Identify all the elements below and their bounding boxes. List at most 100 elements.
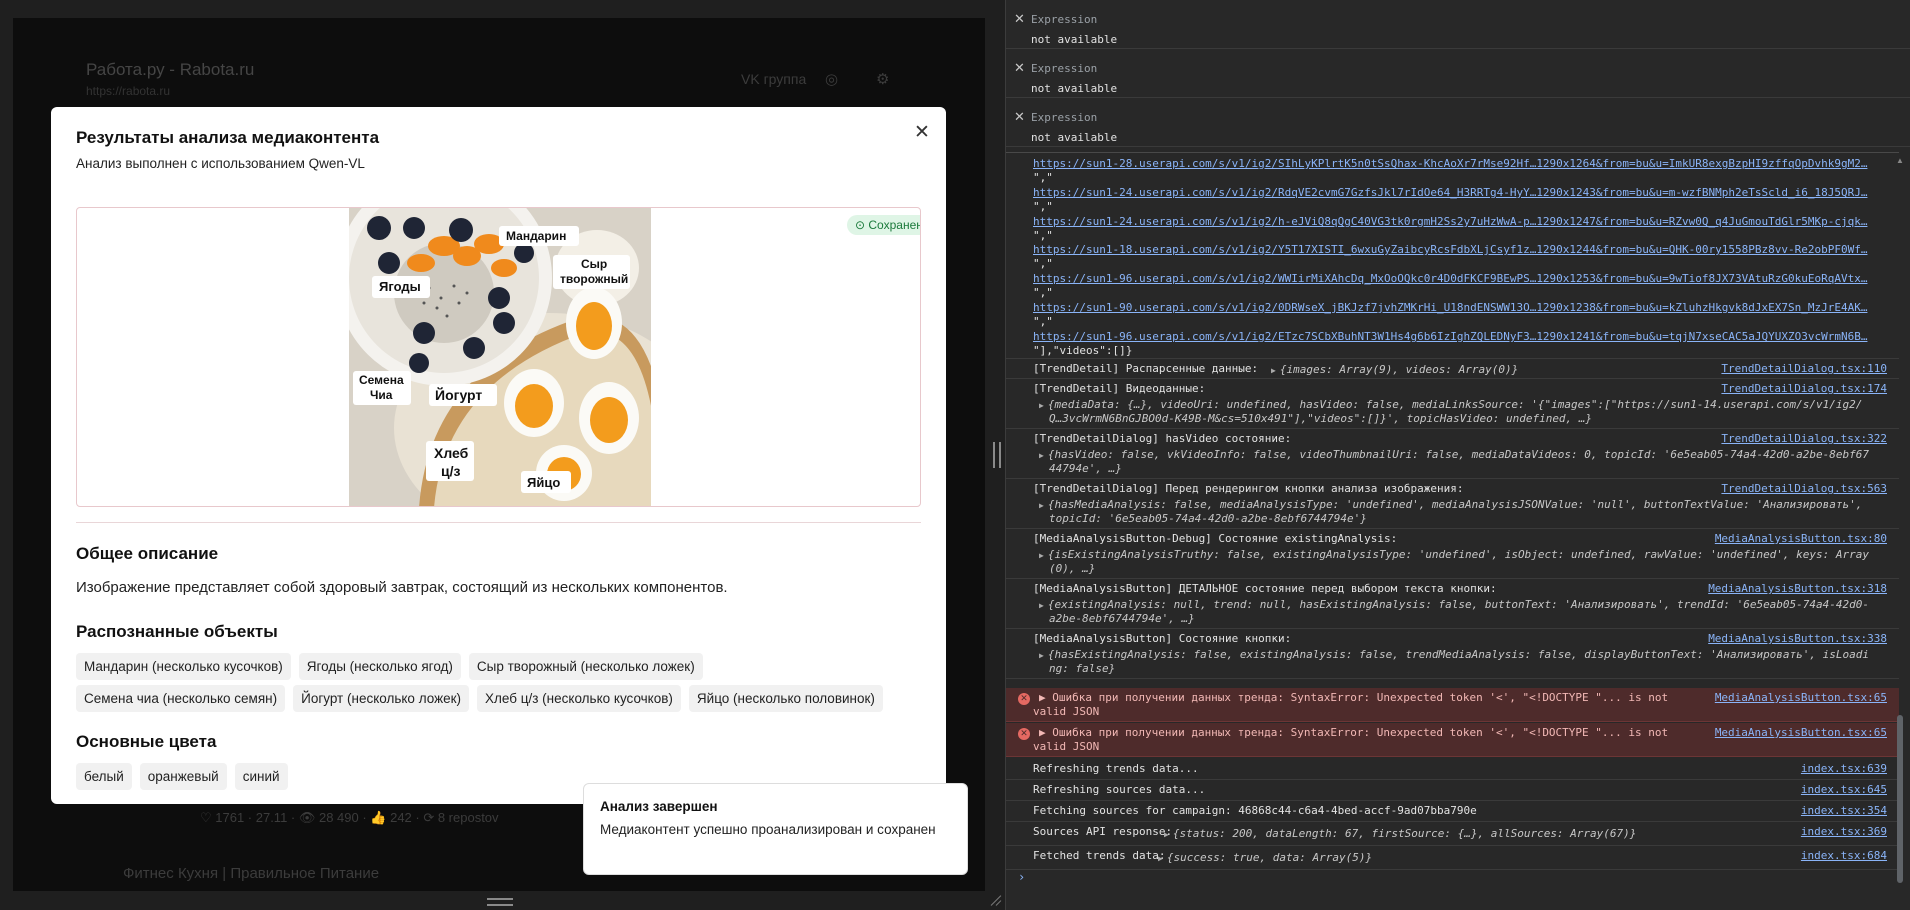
watch-item: ✕ Expression not available — [1006, 49, 1910, 98]
log-source-link[interactable]: TrendDetailDialog.tsx:174 — [1721, 382, 1887, 395]
log-object[interactable]: ▶ {success: true, data: Array(5)} — [1158, 850, 1558, 866]
watch-value: not available — [1031, 131, 1118, 144]
toast-body: Медиаконтент успешно проанализирован и с… — [600, 822, 936, 837]
console-string: "," — [1033, 286, 1053, 299]
watch-item: ✕ Expression not available — [1006, 98, 1910, 147]
log-source-link[interactable]: MediaAnalysisButton.tsx:80 — [1715, 532, 1887, 545]
saved-badge-label: Сохранено — [868, 218, 920, 232]
log-message: [TrendDetail] Видеоданные: — [1033, 382, 1206, 395]
log-object-cont: (0), …} — [1049, 562, 1096, 575]
log-message: [MediaAnalysisButton] ДЕТАЛЬНОЕ состояни… — [1033, 582, 1497, 595]
remove-watch-icon[interactable]: ✕ — [1014, 61, 1025, 76]
food-image[interactable]: Мандарин Сыр творожный Ягоды Семена Чиа … — [349, 208, 651, 506]
bg-camera-icon: ◎ — [825, 71, 839, 88]
error-icon: ✕ — [1018, 728, 1030, 740]
log-source-link[interactable]: TrendDetailDialog.tsx:322 — [1721, 432, 1887, 445]
log-source-link[interactable]: index.tsx:684 — [1801, 849, 1887, 862]
log-object[interactable]: ▶ {images: Array(9), videos: Array(0)} — [1271, 362, 1571, 378]
console-log-entry: [MediaAnalysisButton-Debug] Состояние ex… — [1006, 529, 1899, 579]
media-preview: ⊙ Сохранено — [76, 207, 921, 507]
object-chip: Хлеб ц/з (несколько кусочков) — [477, 685, 681, 712]
bg-source-url: https://rabota.ru — [86, 84, 171, 98]
watch-label: Expression — [1031, 13, 1098, 26]
color-chip: оранжевый — [139, 763, 227, 790]
console-error-entry[interactable]: ✕ ▶ Ошибка при получении данных тренда: … — [1006, 723, 1899, 757]
svg-text:Чиа: Чиа — [370, 388, 393, 402]
label-berries: Ягоды — [379, 279, 421, 294]
success-toast[interactable]: Анализ завершен Медиаконтент успешно про… — [583, 783, 968, 875]
scrollbar-thumb[interactable] — [1897, 715, 1903, 883]
console-url-link[interactable]: https://sun1-24.userapi.com/s/v1/ig2/h-e… — [1033, 215, 1873, 228]
close-icon[interactable]: ✕ — [911, 122, 933, 144]
remove-watch-icon[interactable]: ✕ — [1014, 110, 1025, 125]
log-source-link[interactable]: MediaAnalysisButton.tsx:65 — [1715, 691, 1887, 704]
console-log-entry: [TrendDetailDialog] hasVideo состояние: … — [1006, 429, 1899, 479]
bg-source-title: Работа.ру - Rabota.ru — [86, 60, 255, 79]
console-url-link[interactable]: https://sun1-28.userapi.com/s/v1/ig2/SIh… — [1033, 157, 1873, 170]
console-url-link[interactable]: https://sun1-24.userapi.com/s/v1/ig2/Rdq… — [1033, 186, 1873, 199]
label-mandarin: Мандарин — [506, 229, 566, 243]
watch-label: Expression — [1031, 62, 1098, 75]
object-chip: Семена чиа (несколько семян) — [76, 685, 286, 712]
description-text: Изображение представляет собой здоровый … — [76, 579, 728, 596]
bg-card-title: Фитнес Кухня | Правильное Питание — [123, 865, 380, 882]
log-source-link[interactable]: MediaAnalysisButton.tsx:318 — [1708, 582, 1887, 595]
objects-heading: Распознанные объекты — [76, 622, 278, 641]
log-object-cont: Q…3vcWrmN6BnGJBO0d-K49B-M&cs=510x491"],"… — [1049, 412, 1593, 425]
app-viewport: Работа.ру - Rabota.ru https://rabota.ru … — [0, 0, 1005, 910]
console-scrollbar[interactable] — [1897, 155, 1903, 900]
log-object-cont: 44794e', …} — [1049, 462, 1122, 475]
svg-text:творожный: творожный — [560, 272, 628, 286]
log-message: [TrendDetailDialog] hasVideo состояние: — [1033, 432, 1292, 445]
console-log-entry: [TrendDetail] Распарсенные данные: ▶ {ima… — [1006, 358, 1899, 379]
object-chip: Ягоды (несколько ягод) — [298, 653, 461, 680]
log-source-link[interactable]: index.tsx:354 — [1801, 804, 1887, 817]
log-source-link[interactable]: index.tsx:645 — [1801, 783, 1887, 796]
console-log-entry: Sources API response: ▶ {status: 200, dat… — [1006, 822, 1899, 846]
section-divider — [76, 522, 921, 523]
console-string: "," — [1033, 257, 1053, 270]
bg-vk-link: VK группа — [741, 71, 807, 87]
log-message: Refreshing sources data... — [1033, 783, 1206, 796]
modal-subtitle: Анализ выполнен с использованием Qwen-VL — [76, 156, 365, 171]
colors-heading: Основные цвета — [76, 732, 217, 751]
log-source-link[interactable]: index.tsx:639 — [1801, 762, 1887, 775]
console-string: "," — [1033, 229, 1053, 242]
resize-grip-icon[interactable] — [990, 894, 1002, 906]
console-log-entry: [MediaAnalysisButton] Состояние кнопки: … — [1006, 629, 1899, 679]
log-source-link[interactable]: index.tsx:369 — [1801, 825, 1887, 838]
object-chip: Мандарин (несколько кусочков) — [76, 653, 291, 680]
svg-text:Хлеб: Хлеб — [434, 445, 469, 461]
drawer-handle[interactable] — [487, 898, 513, 906]
log-object-cont: ng: false} — [1049, 662, 1116, 675]
console-url-link[interactable]: https://sun1-96.userapi.com/s/v1/ig2/ETz… — [1033, 330, 1873, 343]
check-circle-icon: ⊙ — [855, 218, 869, 232]
log-object-cont: a2be-8ebf6744794e', …} — [1049, 612, 1195, 625]
log-source-link[interactable]: TrendDetailDialog.tsx:563 — [1721, 482, 1887, 495]
object-chip: Йогурт (несколько ложек) — [293, 685, 470, 712]
pane-resize-handle[interactable] — [993, 442, 1001, 468]
object-chip: Сыр творожный (несколько ложек) — [468, 653, 703, 680]
log-message: Fetched trends data: — [1033, 849, 1166, 862]
error-message-cont: valid JSON — [1033, 705, 1100, 718]
log-message: [TrendDetail] Распарсенные данные: — [1033, 362, 1259, 375]
console-url-link[interactable]: https://sun1-96.userapi.com/s/v1/ig2/WWI… — [1033, 272, 1873, 285]
watch-label: Expression — [1031, 111, 1098, 124]
objects-row-1: Мандарин (несколько кусочков) Ягоды (нес… — [76, 653, 703, 680]
console-url-link[interactable]: https://sun1-18.userapi.com/s/v1/ig2/Y5T… — [1033, 243, 1873, 256]
console-url-link[interactable]: https://sun1-90.userapi.com/s/v1/ig2/0DR… — [1033, 301, 1873, 314]
console-log-entry: Fetching sources for campaign: 46868c44-… — [1006, 801, 1899, 822]
object-chip: Яйцо (несколько половинок) — [688, 685, 883, 712]
remove-watch-icon[interactable]: ✕ — [1014, 12, 1025, 27]
log-object-cont: topicId: '6e5eab05-74a4-42d0-a2be-8ebf67… — [1049, 512, 1367, 525]
log-message: [TrendDetailDialog] Перед рендерингом кн… — [1033, 482, 1464, 495]
console-prompt-input[interactable]: › — [1018, 870, 1025, 884]
console-log-entry: [MediaAnalysisButton] ДЕТАЛЬНОЕ состояни… — [1006, 579, 1899, 629]
log-source-link[interactable]: MediaAnalysisButton.tsx:65 — [1715, 726, 1887, 739]
watch-item: ✕ Expression not available — [1006, 0, 1910, 49]
log-source-link[interactable]: MediaAnalysisButton.tsx:338 — [1708, 632, 1887, 645]
console-error-entry[interactable]: ✕ ▶ Ошибка при получении данных тренда: … — [1006, 688, 1899, 722]
log-source-link[interactable]: TrendDetailDialog.tsx:110 — [1721, 362, 1887, 375]
color-chip: синий — [234, 763, 288, 790]
log-object[interactable]: ▶ {status: 200, dataLength: 67, firstSour… — [1164, 826, 1684, 842]
